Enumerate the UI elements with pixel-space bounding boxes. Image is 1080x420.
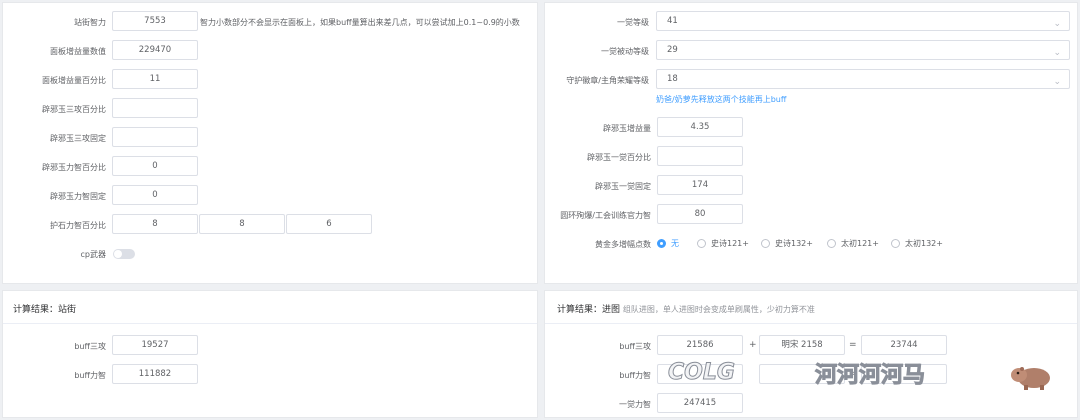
radio-option-primal121[interactable]: 太初121+ <box>827 238 879 249</box>
watermark-brand: COLG <box>668 360 736 386</box>
radio-option-epic121[interactable]: 史诗121+ <box>697 238 749 249</box>
chevron-down-icon: ⌄ <box>1053 48 1061 58</box>
talisman-input-2[interactable]: 8 <box>199 214 285 234</box>
talisman-input-1[interactable]: 8 <box>112 214 198 234</box>
dungeon-buff-atk-total: 23744 <box>861 335 947 355</box>
result-street-title: 计算结果：站街 <box>13 305 77 315</box>
radio-unchecked-icon <box>891 239 900 248</box>
field-label-jade-atk-fixed: 辟邪玉三攻固定 <box>50 134 106 143</box>
result-dungeon-panel: 计算结果：进图 组队进图，单人进图时会变成单刷属性，少初力算不准 buff三攻 … <box>544 290 1078 418</box>
radio-option-label: 太初132+ <box>905 239 943 248</box>
jade-atk-percent-input[interactable] <box>112 98 198 118</box>
dungeon-awakening-stat-value: 247415 <box>657 393 743 413</box>
hippo-icon <box>1011 367 1050 390</box>
result-street-panel: 计算结果：站街 buff三攻 19527 buff力智 111882 <box>2 290 538 418</box>
left-form-panel: 站街智力 7553 智力小数部分不会显示在面板上，如果buff量算出来差几点，可… <box>2 2 538 284</box>
field-label-ring-guild-stat: 圆环殉爆/工会训练官力智 <box>560 211 651 220</box>
result-label-buff-atk: buff三攻 <box>74 342 106 351</box>
equals-sign: = <box>849 340 857 350</box>
field-label-jade-awakening-fixed: 辟邪玉一觉固定 <box>595 182 651 191</box>
result-label-awakening-stat: 一觉力智 <box>619 400 651 409</box>
watermark-text: 河河河河马 <box>814 363 926 389</box>
dungeon-buff-atk-value: 21586 <box>657 335 743 355</box>
radio-group-label: 黄金多增幅点数 <box>595 240 651 249</box>
radio-option-label: 太初121+ <box>841 239 879 248</box>
plus-sign: + <box>749 340 757 350</box>
result-dungeon-subtitle: 组队进图，单人进图时会变成单刷属性，少初力算不准 <box>622 305 815 314</box>
field-label-panel-gain-value: 面板增益量数值 <box>50 47 106 56</box>
chevron-down-icon: ⌄ <box>1053 77 1061 87</box>
jade-stat-percent-input[interactable]: 0 <box>112 156 198 176</box>
result-label-buff-stat: buff力智 <box>619 371 651 380</box>
result-buff-stat-value: 111882 <box>112 364 198 384</box>
jade-awakening-percent-input[interactable] <box>657 146 743 166</box>
field-label-jade-stat-percent: 辟邪玉力智百分比 <box>42 163 106 172</box>
awakening-passive-level-select[interactable]: 29 ⌄ <box>656 40 1070 60</box>
ring-guild-stat-input[interactable]: 80 <box>657 204 743 224</box>
cp-weapon-toggle[interactable] <box>113 249 135 259</box>
skill-order-hint: 奶爸/奶萝先释放这两个技能再上buff <box>656 95 787 104</box>
field-label-street-int: 站街智力 <box>74 18 106 27</box>
section-divider <box>545 323 1077 324</box>
select-label-guardian-badge-level: 守护徽章/主角荣耀等级 <box>566 76 649 85</box>
panel-gain-percent-input[interactable]: 11 <box>112 69 198 89</box>
radio-unchecked-icon <box>827 239 836 248</box>
field-label-jade-gain: 辟邪玉增益量 <box>603 124 651 133</box>
guardian-badge-level-select[interactable]: 18 ⌄ <box>656 69 1070 89</box>
field-label-talisman-percent: 护石力智百分比 <box>50 221 106 230</box>
decimal-hint: 智力小数部分不会显示在面板上，如果buff量算出来差几点，可以尝试加上0.1~0… <box>200 18 520 27</box>
field-label-panel-gain-percent: 面板增益量百分比 <box>42 76 106 85</box>
jade-atk-fixed-input[interactable] <box>112 127 198 147</box>
jade-gain-input[interactable]: 4.35 <box>657 117 743 137</box>
awakening-level-select[interactable]: 41 ⌄ <box>656 11 1070 31</box>
result-dungeon-title-text: 计算结果：进图 <box>557 305 621 315</box>
result-dungeon-title: 计算结果：进图 组队进图，单人进图时会变成单刷属性，少初力算不准 <box>557 302 815 315</box>
radio-unchecked-icon <box>697 239 706 248</box>
select-label-awakening-level: 一觉等级 <box>617 18 649 27</box>
result-label-buff-stat: buff力智 <box>74 371 106 380</box>
radio-option-none[interactable]: 无 <box>657 238 679 249</box>
jade-stat-fixed-input[interactable]: 0 <box>112 185 198 205</box>
radio-option-label: 史诗132+ <box>775 239 813 248</box>
chevron-down-icon: ⌄ <box>1053 19 1061 29</box>
result-buff-atk-value: 19527 <box>112 335 198 355</box>
field-label-jade-awakening-percent: 辟邪玉一觉百分比 <box>587 153 651 162</box>
right-form-panel: 一觉等级 41 ⌄ 一觉被动等级 29 ⌄ 守护徽章/主角荣耀等级 18 ⌄ 奶… <box>544 2 1078 284</box>
radio-option-label: 史诗121+ <box>711 239 749 248</box>
radio-option-label: 无 <box>671 239 679 248</box>
dungeon-buff-atk-extra: 明宋 2158 <box>759 335 845 355</box>
panel-gain-value-input[interactable]: 229470 <box>112 40 198 60</box>
radio-option-epic132[interactable]: 史诗132+ <box>761 238 813 249</box>
awakening-passive-level-value: 29 <box>667 45 678 55</box>
section-divider <box>3 323 537 324</box>
field-label-cp-weapon: cp武器 <box>80 250 106 259</box>
result-label-buff-atk: buff三攻 <box>619 342 651 351</box>
talisman-input-3[interactable]: 6 <box>286 214 372 234</box>
radio-option-primal132[interactable]: 太初132+ <box>891 238 943 249</box>
awakening-level-value: 41 <box>667 16 678 26</box>
select-label-awakening-passive-level: 一觉被动等级 <box>601 47 649 56</box>
field-label-jade-stat-fixed: 辟邪玉力智固定 <box>50 192 106 201</box>
radio-checked-icon <box>657 239 666 248</box>
guardian-badge-level-value: 18 <box>667 74 678 84</box>
street-int-input[interactable]: 7553 <box>112 11 198 31</box>
field-label-jade-atk-percent: 辟邪玉三攻百分比 <box>42 105 106 114</box>
radio-unchecked-icon <box>761 239 770 248</box>
jade-awakening-fixed-input[interactable]: 174 <box>657 175 743 195</box>
